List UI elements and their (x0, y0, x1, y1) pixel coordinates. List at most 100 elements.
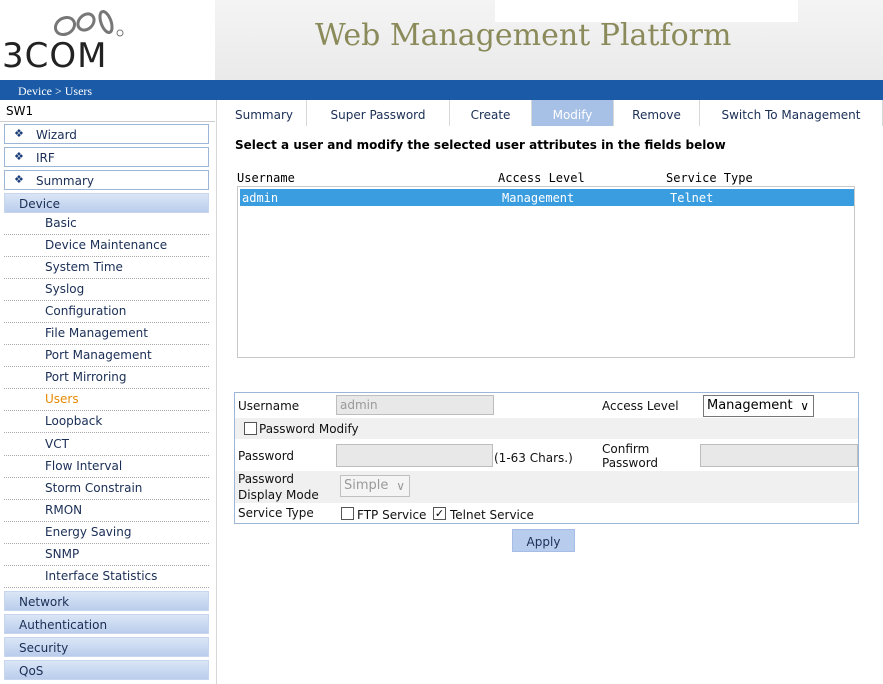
list-item[interactable]: admin Management Telnet (240, 189, 854, 206)
column-header-service-type: Service Type (666, 171, 753, 185)
list-cell-username: admin (242, 191, 279, 205)
access-level-select[interactable]: Management ∨ (703, 395, 814, 417)
service-type-label: Service Type (238, 506, 314, 520)
sidebar-category-network[interactable]: Network (4, 591, 209, 611)
sidebar-item-file-management[interactable]: File Management (4, 323, 209, 345)
tab-super-password[interactable]: Super Password (307, 100, 450, 126)
sidebar-item-port-mirroring[interactable]: Port Mirroring (4, 367, 209, 389)
sidebar-item-label: IRF (36, 151, 55, 165)
telnet-service-checkbox[interactable]: ✓ (433, 507, 446, 520)
main-panel: Summary Super Password Create Modify Rem… (217, 100, 883, 684)
sidebar-item-label: SNMP (45, 547, 80, 561)
sidebar-item-energy-saving[interactable]: Energy Saving (4, 522, 209, 544)
form-row-password-modify: Password Modify (235, 418, 858, 439)
ftp-service-checkbox[interactable] (341, 507, 354, 520)
sidebar-item-label: Energy Saving (45, 525, 132, 539)
apply-button[interactable]: Apply (512, 529, 575, 552)
diamond-icon: ❖ (14, 173, 24, 186)
sidebar-item-label: RMON (45, 503, 83, 517)
sidebar-item-port-management[interactable]: Port Management (4, 345, 209, 367)
tab-remove[interactable]: Remove (614, 100, 700, 126)
sidebar-item-device-maintenance[interactable]: Device Maintenance (4, 235, 209, 257)
chevron-down-icon: ∨ (800, 399, 809, 413)
logo-rings-icon (53, 10, 124, 37)
sidebar-item-loopback[interactable]: Loopback (4, 411, 209, 433)
telnet-service-label: Telnet Service (450, 508, 534, 522)
sidebar-item-label: Basic (45, 216, 77, 230)
sidebar-item-interface-statistics[interactable]: Interface Statistics (4, 566, 209, 588)
sidebar-item-label: Wizard (36, 128, 77, 142)
sidebar-item-label: Configuration (45, 304, 127, 318)
sidebar-item-configuration[interactable]: Configuration (4, 301, 209, 323)
password-label: Password (238, 449, 295, 463)
display-mode-value: Simple (344, 478, 389, 493)
breadcrumb-bar (0, 80, 883, 100)
ftp-service-label: FTP Service (357, 508, 427, 522)
user-attributes-form: Username admin Access Level Management ∨… (234, 392, 859, 524)
display-mode-label: Password (238, 472, 295, 486)
logo: 3COM (0, 0, 215, 80)
sidebar-category-label: Security (19, 641, 69, 655)
tab-bar: Summary Super Password Create Modify Rem… (222, 100, 883, 126)
sidebar-item-basic[interactable]: Basic (4, 213, 209, 235)
sidebar-category-security[interactable]: Security (4, 637, 209, 657)
sidebar-item-summary[interactable]: ❖ Summary (4, 170, 209, 190)
sidebar-item-snmp[interactable]: SNMP (4, 544, 209, 566)
sidebar-item-flow-interval[interactable]: Flow Interval (4, 456, 209, 478)
sidebar-item-label: Storm Constrain (45, 481, 143, 495)
instruction-text: Select a user and modify the selected us… (235, 138, 726, 152)
sidebar-item-users[interactable]: Users (4, 389, 209, 411)
password-modify-checkbox[interactable] (244, 422, 257, 435)
sidebar-item-label: System Time (45, 260, 123, 274)
confirm-password-label-line2: Password (602, 456, 659, 470)
sidebar-item-label: Port Mirroring (45, 370, 127, 384)
sidebar-category-qos[interactable]: QoS (4, 660, 209, 680)
logo-text: 3COM (2, 36, 108, 76)
access-level-value: Management (707, 398, 793, 413)
sidebar-item-system-time[interactable]: System Time (4, 257, 209, 279)
user-list[interactable]: admin Management Telnet (237, 186, 855, 358)
tab-modify[interactable]: Modify (532, 100, 614, 126)
password-hint: (1-63 Chars.) (494, 451, 573, 465)
sidebar-item-label: Summary (36, 174, 94, 188)
sidebar-item-wizard[interactable]: ❖ Wizard (4, 124, 209, 144)
sidebar: SW1 ❖ Wizard ❖ IRF ❖ Summary Device Basi… (0, 100, 217, 684)
sidebar-category-label: Network (19, 595, 70, 609)
sidebar-item-label: Syslog (45, 282, 85, 296)
password-modify-label: Password Modify (259, 422, 359, 436)
sidebar-item-label: Flow Interval (45, 459, 123, 473)
tab-create[interactable]: Create (450, 100, 532, 126)
sidebar-item-label: Interface Statistics (45, 569, 158, 583)
column-header-access-level: Access Level (498, 171, 585, 185)
list-cell-service-type: Telnet (670, 191, 714, 205)
password-field (336, 444, 493, 467)
device-name: SW1 (6, 104, 34, 118)
sidebar-item-irf[interactable]: ❖ IRF (4, 147, 209, 167)
access-level-label: Access Level (602, 399, 679, 413)
header: 3COM Web Management Platform (0, 0, 883, 80)
title-area: Web Management Platform (215, 0, 883, 80)
sidebar-item-vct[interactable]: VCT (4, 434, 209, 456)
username-label: Username (238, 399, 300, 413)
diamond-icon: ❖ (14, 127, 24, 140)
confirm-password-field (700, 444, 858, 467)
display-mode-select: Simple ∨ (340, 475, 410, 497)
sidebar-item-label: Users (45, 392, 79, 406)
form-row-display-mode: Password Display Mode Simple ∨ (235, 471, 858, 503)
display-mode-label-line2: Display Mode (238, 488, 319, 502)
chevron-down-icon: ∨ (396, 479, 405, 493)
tab-switch-to-management[interactable]: Switch To Management (700, 100, 883, 126)
breadcrumb: Device > Users (18, 84, 93, 98)
sidebar-category-authentication[interactable]: Authentication (4, 614, 209, 634)
sidebar-item-label: Loopback (45, 414, 103, 428)
username-field: admin (336, 395, 494, 415)
sidebar-item-rmon[interactable]: RMON (4, 500, 209, 522)
sidebar-item-storm-constrain[interactable]: Storm Constrain (4, 478, 209, 500)
sidebar-category-label: QoS (19, 664, 44, 678)
sidebar-item-syslog[interactable]: Syslog (4, 279, 209, 301)
diamond-icon: ❖ (14, 150, 24, 163)
form-row-password: Password (1-63 Chars.) Confirm Password (235, 439, 858, 471)
sidebar-item-label: File Management (45, 326, 148, 340)
sidebar-category-device[interactable]: Device (4, 193, 209, 213)
tab-summary[interactable]: Summary (222, 100, 307, 126)
